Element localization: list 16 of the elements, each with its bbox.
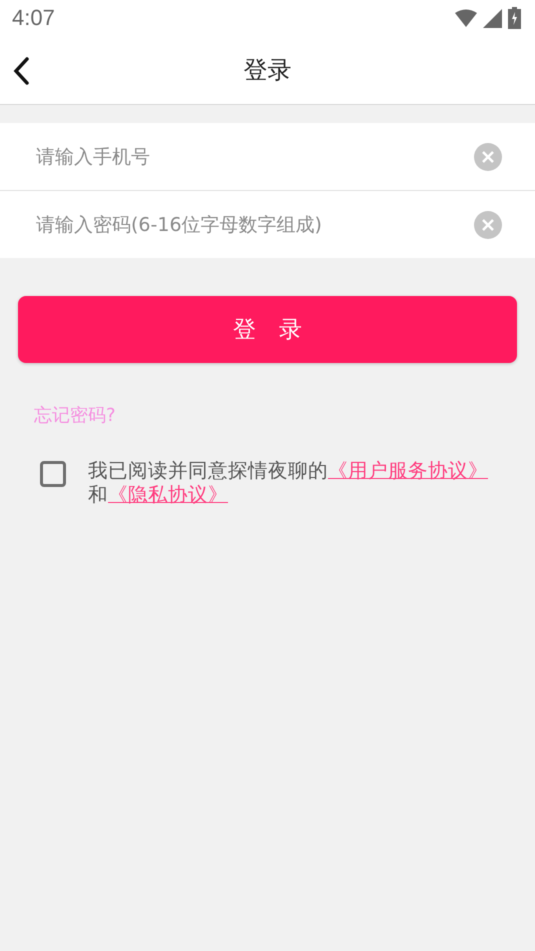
- page-title: 登录: [244, 55, 292, 86]
- close-icon: [482, 218, 494, 230]
- input-field[interactable]: 请输入手机号: [34, 144, 474, 168]
- battery-icon: [508, 7, 521, 29]
- agreement-text: 我已阅读并同意探情夜聊的《用户服务协议》 和《隐私协议》: [88, 459, 489, 507]
- close-icon: [482, 150, 494, 162]
- input-field[interactable]: 请输入密码(6-16位字母数字组成): [34, 212, 474, 236]
- agreement-checkbox[interactable]: [40, 461, 66, 487]
- back-icon: [12, 56, 30, 86]
- agreement-link[interactable]: 《用户服务协议》: [328, 459, 488, 482]
- wifi-icon: [455, 9, 477, 27]
- agreement-link[interactable]: 《隐私协议》: [108, 483, 228, 506]
- status-time: 4:07: [12, 5, 55, 31]
- login-button[interactable]: 登 录: [18, 296, 517, 363]
- forgot-password-link[interactable]: 忘记密码?: [34, 403, 116, 427]
- signal-icon: [483, 8, 502, 28]
